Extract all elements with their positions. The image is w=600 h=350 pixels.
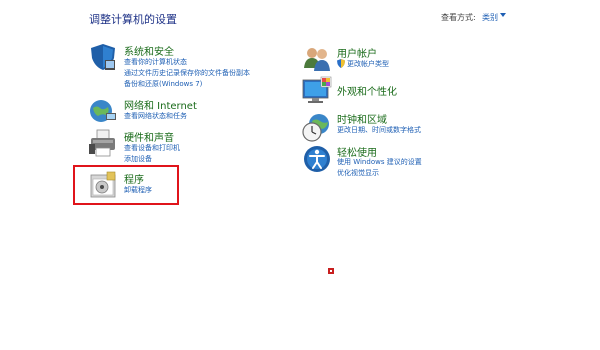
category-link[interactable]: 更改帐户类型 [347, 59, 389, 69]
category-link[interactable]: 查看设备和打印机 [124, 143, 180, 153]
ease-of-access-icon[interactable] [302, 144, 332, 174]
uac-shield-icon [337, 59, 345, 68]
category-heading[interactable]: 时钟和区域 [337, 111, 387, 126]
category-link[interactable]: 更改日期、时间或数字格式 [337, 125, 421, 135]
category-heading[interactable]: 硬件和声音 [124, 129, 174, 144]
category-link[interactable]: 查看网络状态和任务 [124, 111, 187, 121]
category-link[interactable]: 查看你的计算机状态 [124, 57, 187, 67]
category-link[interactable]: 添加设备 [124, 154, 152, 164]
shield-icon[interactable] [88, 42, 118, 72]
category-heading[interactable]: 外观和个性化 [337, 83, 397, 98]
page-title: 调整计算机的设置 [89, 13, 177, 26]
view-by-dropdown[interactable]: 类别 [482, 12, 498, 23]
users-icon[interactable] [302, 44, 332, 74]
globe-network-icon[interactable] [88, 96, 118, 126]
programs-highlight-box [73, 165, 179, 205]
category-link[interactable]: 通过文件历史记录保存你的文件备份副本 [124, 68, 250, 78]
category-heading[interactable]: 网络和 Internet [124, 97, 197, 112]
printer-icon[interactable] [88, 128, 118, 158]
category-link[interactable]: 优化视觉显示 [337, 168, 379, 178]
category-link[interactable]: 使用 Windows 建议的设置 [337, 157, 422, 167]
category-heading[interactable]: 用户帐户 [337, 45, 377, 60]
tray-marker-icon [328, 268, 334, 274]
category-link[interactable]: 备份和还原(Windows 7) [124, 79, 202, 89]
view-by-label: 查看方式: [441, 13, 476, 22]
chevron-down-icon[interactable] [500, 13, 506, 17]
monitor-palette-icon[interactable] [302, 76, 332, 106]
category-heading[interactable]: 系统和安全 [124, 43, 174, 58]
clock-globe-icon[interactable] [302, 112, 332, 142]
